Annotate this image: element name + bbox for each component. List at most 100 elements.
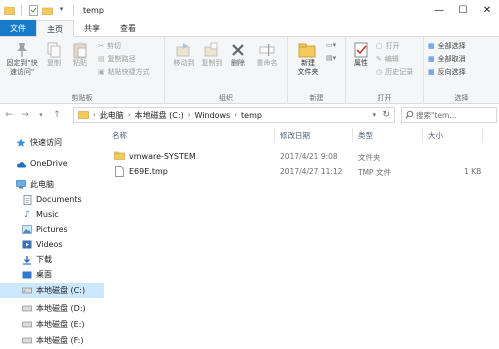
column-header-name[interactable]: 名称 — [112, 130, 127, 141]
refresh-icon[interactable]: ↻ — [382, 110, 390, 120]
address-bar[interactable]: › 此电脑 › 本地磁盘 (C:) › Windows › temp ▾ ↻ — [73, 107, 395, 123]
nav-item-this-pc[interactable]: 此电脑 — [0, 177, 104, 192]
select-group: ▦ 全部选择 ▦ 全部取消 ▦ 反向选择 选择 — [424, 37, 499, 104]
ribbon: 固定到"快 速访问" 复制 粘贴 ✂ 剪切 ▤ 复制路径 ▣ 粘贴快捷方式 剪贴… — [0, 37, 499, 104]
select-group-label: 选择 — [454, 94, 469, 102]
breadcrumb-drive-c[interactable]: 本地磁盘 (C:) — [135, 110, 184, 121]
paste-shortcut-button[interactable]: ▣ 粘贴快捷方式 — [98, 67, 150, 77]
history-label: 历史记录 — [385, 68, 414, 76]
nav-label: 此电脑 — [30, 180, 54, 189]
rename-label: 重命名 — [256, 59, 278, 67]
tab-file[interactable]: 文件 — [0, 20, 36, 36]
move-to-icon — [176, 43, 190, 57]
nav-item-drive-d[interactable]: 本地磁盘 (D:) — [0, 301, 104, 316]
tab-home[interactable]: 主页 — [36, 20, 74, 37]
new-folder-button[interactable]: 新建 文件夹 — [292, 41, 324, 77]
minimize-button[interactable]: — — [427, 0, 451, 20]
nav-label: 桌面 — [36, 270, 52, 279]
nav-item-drive-e[interactable]: 本地磁盘 (E:) — [0, 317, 104, 332]
paste-shortcut-icon: ▣ — [98, 68, 105, 76]
open-button[interactable]: ▢ 打开 — [376, 41, 400, 51]
select-all-label: 全部选择 — [437, 42, 466, 50]
new-folder-icon[interactable] — [42, 5, 53, 16]
maximize-button[interactable]: ☐ — [451, 0, 475, 20]
nav-item-onedrive[interactable]: OneDrive — [0, 156, 104, 171]
ribbon-tabs: 文件 主页 共享 查看 — [0, 20, 499, 37]
recent-dropdown-icon[interactable]: ▾ — [34, 108, 48, 122]
nav-item-pictures[interactable]: Pictures — [0, 222, 104, 237]
table-row[interactable]: vmware-SYSTEM 2017/4/21 9:08 文件夹 — [104, 150, 499, 164]
breadcrumb-separator: › — [127, 111, 131, 119]
quick-access-toolbar: ▾ — [0, 4, 77, 16]
select-none-button[interactable]: ▦ 全部取消 — [428, 54, 466, 64]
properties-icon[interactable] — [28, 4, 39, 16]
delete-button[interactable]: 删除 — [227, 41, 249, 68]
nav-item-videos[interactable]: Videos — [0, 237, 104, 252]
breadcrumb-temp[interactable]: temp — [241, 111, 262, 120]
breadcrumb-this-pc[interactable]: 此电脑 — [100, 110, 124, 121]
new-item-button[interactable]: ▭▾ — [326, 41, 336, 49]
up-arrow-icon[interactable]: ↑ — [50, 108, 64, 122]
copy-path-icon: ▤ — [98, 55, 105, 63]
vertical-scrollbar[interactable] — [488, 126, 499, 349]
copy-button[interactable]: 复制 — [42, 41, 66, 68]
file-name: vmware-SYSTEM — [129, 152, 196, 161]
copy-to-label: 复制到 — [201, 59, 223, 67]
file-type: 文件夹 — [358, 153, 381, 162]
invert-selection-label: 反向选择 — [437, 68, 466, 76]
back-arrow-icon[interactable]: ← — [2, 108, 16, 122]
tab-view[interactable]: 查看 — [110, 20, 146, 36]
drive-icon — [22, 336, 32, 346]
nav-item-music[interactable]: ♪ Music — [0, 207, 104, 222]
document-icon — [22, 194, 32, 205]
copy-path-button[interactable]: ▤ 复制路径 — [98, 54, 136, 64]
column-divider — [482, 128, 483, 142]
forward-arrow-icon[interactable]: → — [18, 108, 32, 122]
nav-item-documents[interactable]: Documents — [0, 192, 104, 207]
cut-button[interactable]: ✂ 剪切 — [98, 41, 121, 51]
music-icon: ♪ — [24, 209, 30, 220]
customize-dropdown-icon[interactable]: ▾ — [56, 5, 67, 16]
nav-label: OneDrive — [30, 159, 68, 168]
properties-button[interactable]: 属性 — [349, 41, 373, 68]
search-input[interactable]: 搜索"tem... — [401, 107, 497, 123]
nav-item-desktop[interactable]: 桌面 — [0, 267, 104, 282]
column-divider — [422, 128, 423, 142]
computer-icon — [16, 180, 26, 190]
column-divider — [274, 128, 275, 142]
breadcrumb-separator: › — [187, 111, 191, 119]
search-icon — [405, 110, 414, 121]
copy-to-button[interactable]: 复制到 — [198, 41, 226, 68]
pin-quick-access-button[interactable]: 固定到"快 速访问" — [2, 41, 42, 77]
delete-x-icon — [232, 44, 244, 56]
easy-access-button[interactable]: ▤▾ — [326, 54, 336, 62]
history-button[interactable]: ◷ 历史记录 — [376, 67, 413, 77]
navigation-pane: 快速访问 OneDrive 此电脑 Documents ♪ Music Pict… — [0, 126, 104, 349]
nav-item-drive-f[interactable]: 本地磁盘 (F:) — [0, 333, 104, 348]
nav-item-drive-c[interactable]: 本地磁盘 (C:) — [0, 283, 104, 298]
column-header-type[interactable]: 类型 — [358, 130, 373, 141]
tab-share[interactable]: 共享 — [74, 20, 110, 36]
paste-button[interactable]: 粘贴 — [68, 41, 92, 68]
breadcrumb-windows[interactable]: Windows — [195, 111, 231, 120]
move-to-label: 移动到 — [173, 59, 195, 67]
column-header-date[interactable]: 修改日期 — [280, 130, 310, 141]
video-icon — [22, 240, 32, 250]
column-header-size[interactable]: 大小 — [428, 130, 443, 141]
move-to-button[interactable]: 移动到 — [170, 41, 198, 68]
pin-label: 固定到"快 速访问" — [6, 59, 38, 76]
nav-label: 本地磁盘 (F:) — [36, 336, 84, 345]
select-all-button[interactable]: ▦ 全部选择 — [428, 41, 466, 51]
copy-to-icon — [204, 42, 218, 57]
open-group-label: 打开 — [377, 94, 392, 102]
file-name: E69E.tmp — [129, 167, 168, 176]
invert-selection-button[interactable]: ▦ 反向选择 — [428, 67, 466, 77]
close-button[interactable]: ✕ — [475, 0, 499, 20]
rename-button[interactable]: 重命名 — [253, 41, 281, 68]
nav-item-quick-access[interactable]: 快速访问 — [0, 135, 104, 150]
edit-button[interactable]: ✎ 编辑 — [376, 54, 399, 64]
organize-group-label: 组织 — [219, 94, 233, 102]
address-dropdown-icon[interactable]: ▾ — [372, 111, 376, 119]
table-row[interactable]: E69E.tmp 2017/4/27 11:12 TMP 文件 1 KB — [104, 165, 499, 179]
nav-item-downloads[interactable]: 下载 — [0, 252, 104, 267]
